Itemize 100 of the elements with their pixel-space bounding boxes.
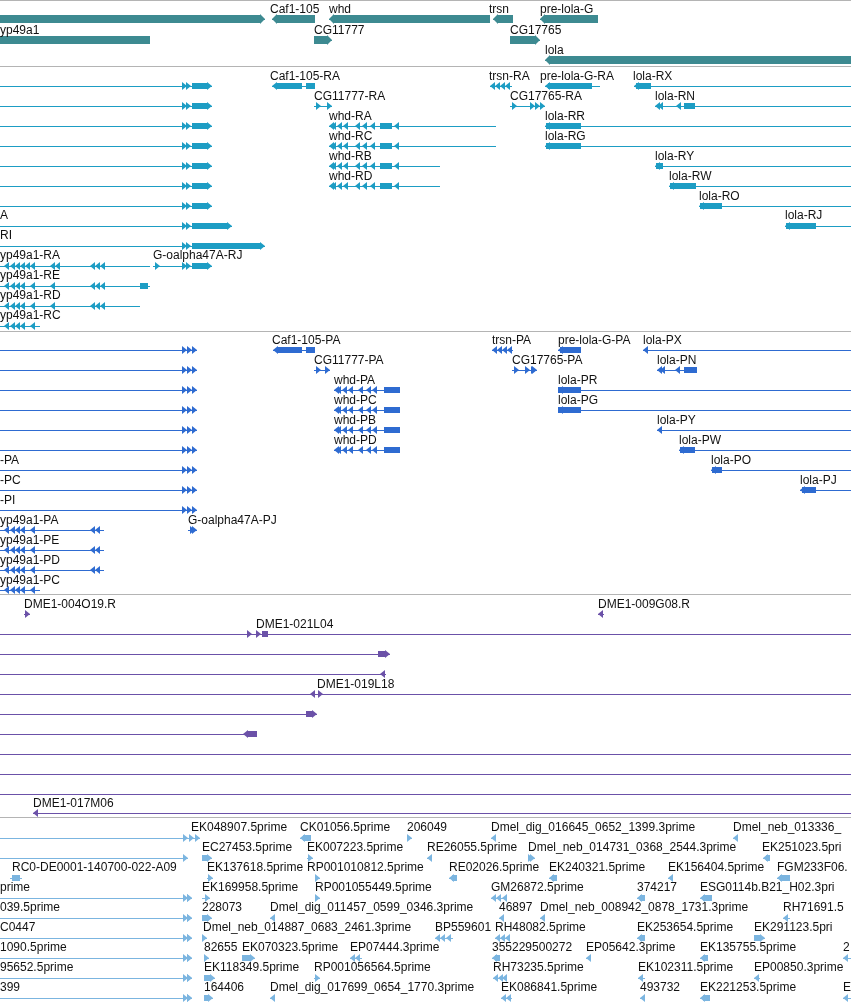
feature-label: yp49a1-RE bbox=[0, 268, 61, 282]
feature-label: lola-PG bbox=[558, 393, 598, 407]
feature-label: lola-RJ bbox=[785, 208, 823, 222]
feature-label: 2 bbox=[843, 940, 850, 954]
feature-label: -PC bbox=[0, 473, 21, 487]
feature-label: RP001055449.5prime bbox=[315, 880, 432, 894]
feature-label: 228073 bbox=[202, 900, 243, 914]
feature-label: EK070323.5prime bbox=[242, 940, 339, 954]
feature-label: RH48082.5prime bbox=[495, 920, 586, 934]
feature-label: EK156404.5prime bbox=[668, 860, 765, 874]
feature-label: lola-PR bbox=[558, 373, 598, 387]
feature-label: yp49a1-PD bbox=[0, 553, 61, 567]
feature-label: 82655 bbox=[204, 940, 238, 954]
feature-label: whd-RA bbox=[329, 109, 372, 123]
feature-label: EK137618.5prime bbox=[207, 860, 304, 874]
feature-label: whd-PD bbox=[334, 433, 377, 447]
feature-label: lola-PW bbox=[679, 433, 721, 447]
feature-label: 374217 bbox=[637, 880, 678, 894]
feature-label: whd-PB bbox=[334, 413, 377, 427]
feature-label: DME1-009G08.R bbox=[598, 597, 691, 611]
feature-label: whd-RD bbox=[329, 169, 373, 183]
feature-label: trsn-RA bbox=[489, 69, 530, 83]
feature-label: FGM233F06. bbox=[777, 860, 848, 874]
feature-label: EK007223.5prime bbox=[307, 840, 404, 854]
feature-label: lola-RY bbox=[655, 149, 695, 163]
feature-label: lola-RO bbox=[699, 189, 740, 203]
feature-label: lola-RR bbox=[545, 109, 585, 123]
feature-label: pre-lola-G-RA bbox=[540, 69, 614, 83]
feature-label: lola-PN bbox=[657, 353, 697, 367]
feature-label: lola-RN bbox=[655, 89, 695, 103]
feature-label: CG11777 bbox=[314, 23, 365, 37]
feature-label: 95652.5prime bbox=[0, 960, 74, 974]
feature-label: Dmel_dig_017699_0654_1770.3prime bbox=[270, 980, 475, 994]
feature-label: G-oalpha47A-PJ bbox=[188, 513, 277, 527]
feature-label: EK221253.5prime bbox=[700, 980, 797, 994]
feature-label: 039.5prime bbox=[0, 900, 61, 914]
feature-label: RE26055.5prime bbox=[427, 840, 518, 854]
feature-label: RH71691.5 bbox=[783, 900, 844, 914]
feature-label: CG17765 bbox=[510, 23, 562, 37]
feature-label: DME1-021L04 bbox=[256, 617, 334, 631]
feature-label: trsn bbox=[489, 2, 509, 16]
feature-label: 164406 bbox=[204, 980, 245, 994]
feature-label: EK135755.5prime bbox=[700, 940, 797, 954]
feature-label: EC27453.5prime bbox=[202, 840, 293, 854]
feature-label: E bbox=[843, 980, 851, 994]
feature-label: EK291123.5pri bbox=[754, 920, 833, 934]
feature-label: Caf1-105 bbox=[270, 2, 320, 16]
feature-label: yp49a1-RC bbox=[0, 308, 61, 322]
feature-label: lola-PX bbox=[643, 333, 682, 347]
feature-label: CG17765-RA bbox=[510, 89, 583, 103]
feature-label: DME1-017M06 bbox=[33, 796, 114, 810]
feature-label: CK01056.5prime bbox=[300, 820, 391, 834]
feature-label: prime bbox=[0, 880, 30, 894]
feature-label: DME1-004O19.R bbox=[24, 597, 117, 611]
feature-label: EK048907.5prime bbox=[191, 820, 288, 834]
feature-label: yp49a1-RA bbox=[0, 248, 61, 262]
feature-label: GM26872.5prime bbox=[491, 880, 584, 894]
feature-label: Dmel_neb_008942_0878_1731.3prime bbox=[540, 900, 749, 914]
feature-label: trsn-PA bbox=[492, 333, 532, 347]
feature-label: 493732 bbox=[640, 980, 681, 994]
feature-label: -PI bbox=[0, 493, 16, 507]
feature-label: pre-lola-G-PA bbox=[558, 333, 631, 347]
feature-label: Dmel_neb_014731_0368_2544.3prime bbox=[528, 840, 737, 854]
feature-label: RI bbox=[0, 228, 12, 242]
feature-label: RC0-DE0001-140700-022-A09 bbox=[12, 860, 177, 874]
feature-label: lola-RG bbox=[545, 129, 586, 143]
feature-label: Caf1-105-PA bbox=[272, 333, 341, 347]
feature-label: pre-lola-G bbox=[540, 2, 594, 16]
feature-label: -PA bbox=[0, 453, 20, 467]
feature-label: RE02026.5prime bbox=[449, 860, 540, 874]
feature-label: lola-PY bbox=[657, 413, 696, 427]
feature-label: G-oalpha47A-RJ bbox=[153, 248, 243, 262]
feature-label: BP559601 bbox=[435, 920, 492, 934]
feature-label: yp49a1 bbox=[0, 23, 40, 37]
feature-label: Caf1-105-RA bbox=[270, 69, 341, 83]
feature-label: 355229500272 bbox=[492, 940, 573, 954]
feature-label: EK086841.5prime bbox=[501, 980, 598, 994]
feature-label: lola bbox=[545, 43, 564, 57]
feature-label: 1090.5prime bbox=[0, 940, 67, 954]
feature-label: Dmel_neb_013336_ bbox=[733, 820, 842, 834]
feature-label: Dmel_dig_011457_0599_0346.3prime bbox=[270, 900, 474, 914]
feature-label: A bbox=[0, 208, 8, 222]
feature-label: whd-RC bbox=[329, 129, 373, 143]
feature-label: CG11777-RA bbox=[314, 89, 386, 103]
feature-label: whd bbox=[329, 2, 351, 16]
feature-label: yp49a1-PA bbox=[0, 513, 59, 527]
feature-label: Dmel_dig_016645_0652_1399.3prime bbox=[491, 820, 696, 834]
feature-label: EK240321.5prime bbox=[549, 860, 646, 874]
feature-label: yp49a1-PC bbox=[0, 573, 61, 587]
feature-label: 399 bbox=[0, 980, 21, 994]
feature-label: EK102311.5prime bbox=[638, 960, 734, 974]
feature-label: EP00850.3prime bbox=[754, 960, 844, 974]
feature-label: lola-RW bbox=[669, 169, 712, 183]
feature-label: lola-RX bbox=[633, 69, 673, 83]
feature-label: Dmel_neb_014887_0683_2461.3prime bbox=[203, 920, 412, 934]
feature-label: ESG0114b.B21_H02.3pri bbox=[700, 880, 835, 894]
feature-label: whd-RB bbox=[329, 149, 372, 163]
feature-label: whd-PC bbox=[334, 393, 377, 407]
feature-label: EK169958.5prime bbox=[202, 880, 299, 894]
feature-label: EK118349.5prime bbox=[204, 960, 300, 974]
